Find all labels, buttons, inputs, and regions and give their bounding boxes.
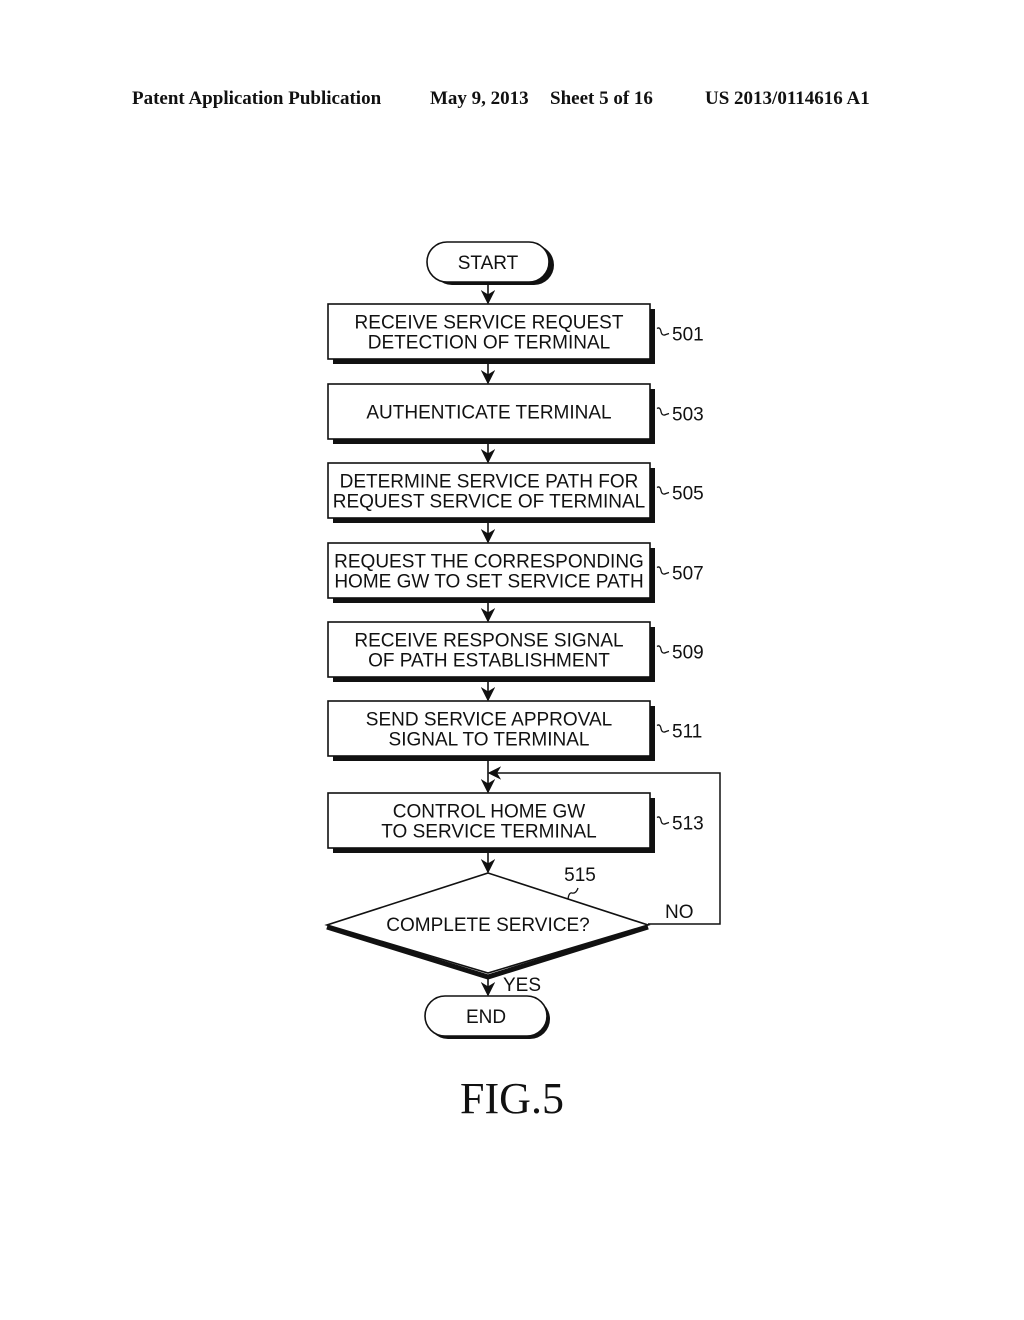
reference-leader: [656, 407, 670, 416]
reference-leader: [656, 645, 670, 654]
terminal-label: START: [458, 253, 519, 274]
process-step-507: REQUEST THE CORRESPONDINGHOME GW TO SET …: [327, 542, 704, 603]
step-text: TO SERVICE TERMINAL: [381, 822, 596, 843]
figure-label: FIG.5: [460, 1074, 564, 1123]
step-text: DETERMINE SERVICE PATH FOR: [340, 472, 639, 493]
step-text: REQUEST THE CORRESPONDING: [334, 552, 644, 573]
step-text: OF PATH ESTABLISHMENT: [368, 651, 610, 672]
reference-number: 503: [672, 405, 704, 426]
step-text: AUTHENTICATE TERMINAL: [366, 403, 611, 424]
reference-number: 515: [564, 865, 596, 886]
decision-515: COMPLETE SERVICE? 515: [324, 865, 651, 980]
reference-number: 509: [672, 643, 704, 664]
process-step-501: RECEIVE SERVICE REQUESTDETECTION OF TERM…: [327, 303, 704, 364]
reference-leader: [656, 724, 670, 733]
no-label: NO: [665, 902, 694, 923]
step-text: HOME GW TO SET SERVICE PATH: [334, 572, 643, 593]
process-step-503: AUTHENTICATE TERMINAL 503: [327, 383, 704, 444]
process-step-513: CONTROL HOME GWTO SERVICE TERMINAL 513: [327, 792, 704, 853]
end-terminal: END: [424, 995, 550, 1039]
process-step-505: DETERMINE SERVICE PATH FORREQUEST SERVIC…: [327, 462, 704, 523]
step-text: CONTROL HOME GW: [393, 802, 586, 823]
step-text: REQUEST SERVICE OF TERMINAL: [333, 492, 646, 513]
step-text: SEND SERVICE APPROVAL: [366, 710, 612, 731]
step-text: SIGNAL TO TERMINAL: [389, 730, 590, 751]
process-step-511: SEND SERVICE APPROVALSIGNAL TO TERMINAL 5…: [327, 700, 702, 761]
reference-number: 501: [672, 325, 704, 346]
yes-label: YES: [503, 975, 541, 996]
reference-number: 507: [672, 564, 704, 585]
terminal-label: END: [466, 1007, 506, 1028]
start-terminal: START: [426, 241, 554, 285]
reference-leader: [656, 816, 670, 825]
step-text: RECEIVE SERVICE REQUEST: [355, 313, 624, 334]
reference-leader: [567, 887, 579, 900]
reference-number: 513: [672, 814, 704, 835]
step-text: RECEIVE RESPONSE SIGNAL: [354, 631, 623, 652]
reference-leader: [656, 566, 670, 575]
reference-leader: [656, 327, 670, 336]
process-step-509: RECEIVE RESPONSE SIGNALOF PATH ESTABLISH…: [327, 621, 704, 682]
step-text: DETECTION OF TERMINAL: [368, 333, 610, 354]
decision-text: COMPLETE SERVICE?: [386, 915, 589, 936]
reference-number: 505: [672, 484, 704, 505]
reference-leader: [656, 486, 670, 495]
reference-number: 511: [672, 722, 702, 743]
